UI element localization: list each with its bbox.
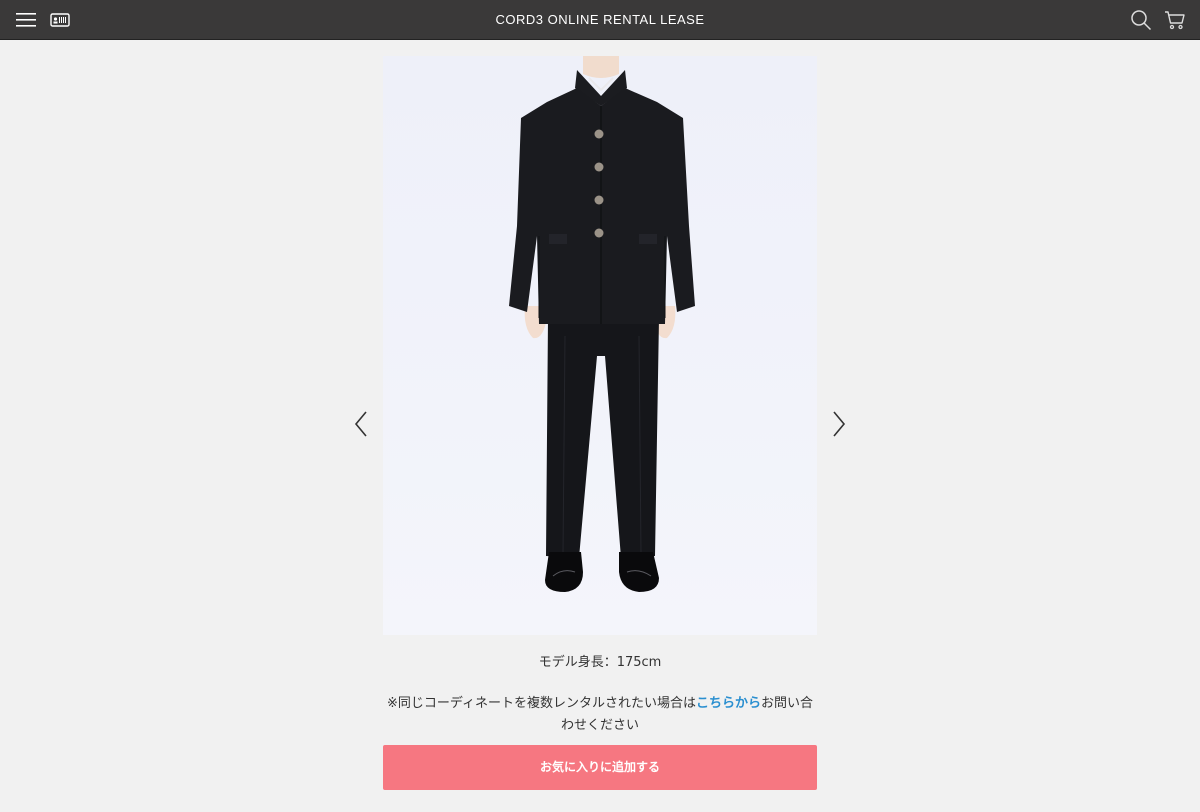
add-to-favorites-button[interactable]: お気に入りに追加する xyxy=(383,745,817,790)
cart-icon[interactable] xyxy=(1164,9,1186,31)
notice-text-before: ※同じコーディネートを複数レンタルされたい場合は xyxy=(386,696,696,711)
product-image[interactable] xyxy=(383,56,817,635)
site-header: CORD3 ONLINE RENTAL LEASE xyxy=(0,0,1200,40)
search-icon[interactable] xyxy=(1130,9,1152,31)
model-height-caption: モデル身長：175cm xyxy=(538,655,662,670)
prev-image-arrow-icon[interactable] xyxy=(353,410,369,438)
site-title[interactable]: CORD3 ONLINE RENTAL LEASE xyxy=(0,12,1200,27)
contact-link[interactable]: こちらから xyxy=(696,696,761,711)
next-image-arrow-icon[interactable] xyxy=(831,410,847,438)
multiple-rental-notice: ※同じコーディネートを複数レンタルされたい場合はこちらからお問い合わせください xyxy=(383,693,817,737)
